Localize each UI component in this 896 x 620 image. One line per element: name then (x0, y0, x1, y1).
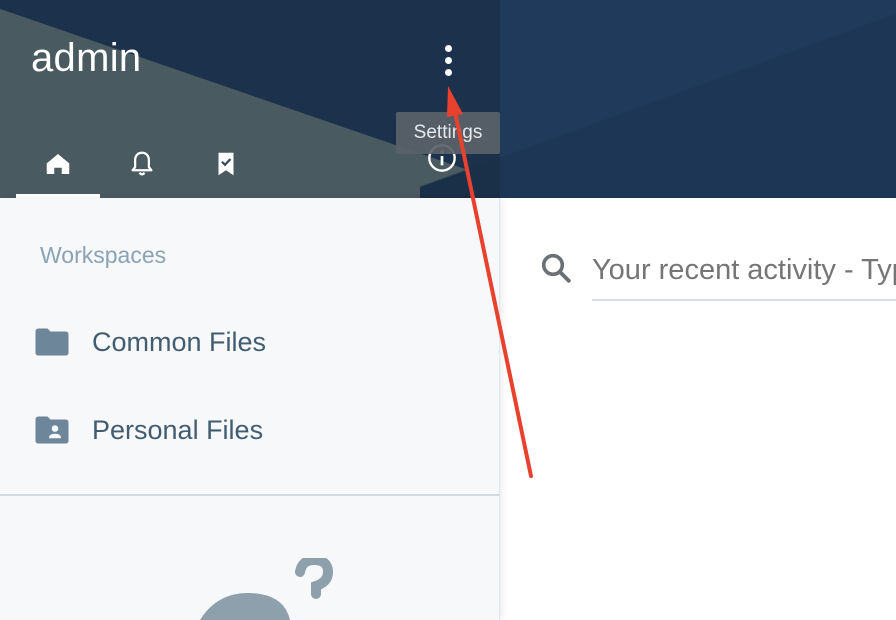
search-area (500, 198, 896, 318)
bell-icon (131, 151, 153, 176)
sidebar-divider (0, 494, 500, 496)
more-vertical-icon (444, 44, 452, 52)
folder-user-icon (35, 416, 69, 444)
search-icon (541, 253, 571, 283)
home-icon (46, 154, 70, 174)
more-vertical-icon-dot (444, 56, 452, 64)
sidebar-item-personal-files[interactable]: Personal Files (0, 400, 500, 460)
sidebar: Workspaces Common Files Personal Files (0, 198, 500, 620)
app-root: admin Settings Workspaces Common Files P… (0, 0, 896, 620)
settings-tooltip: Settings (396, 112, 500, 154)
bookmark-check-icon (218, 152, 234, 176)
search-underline (592, 299, 896, 301)
user-title: admin (31, 36, 142, 80)
tab-notifications[interactable] (100, 130, 184, 198)
sidebar-item-label: Common Files (92, 326, 267, 357)
search-input[interactable] (592, 250, 896, 290)
tab-home[interactable] (16, 130, 100, 198)
more-vertical-icon-dot (444, 68, 452, 76)
tab-bookmarks[interactable] (184, 130, 268, 198)
left-panel-header: admin (0, 0, 500, 198)
empty-state-illustration (200, 558, 334, 620)
sidebar-item-common-files[interactable]: Common Files (0, 312, 500, 372)
sidebar-item-label: Personal Files (92, 414, 264, 445)
workspaces-heading: Workspaces (40, 242, 167, 268)
folder-icon (35, 328, 69, 356)
more-options-button[interactable] (430, 40, 466, 80)
